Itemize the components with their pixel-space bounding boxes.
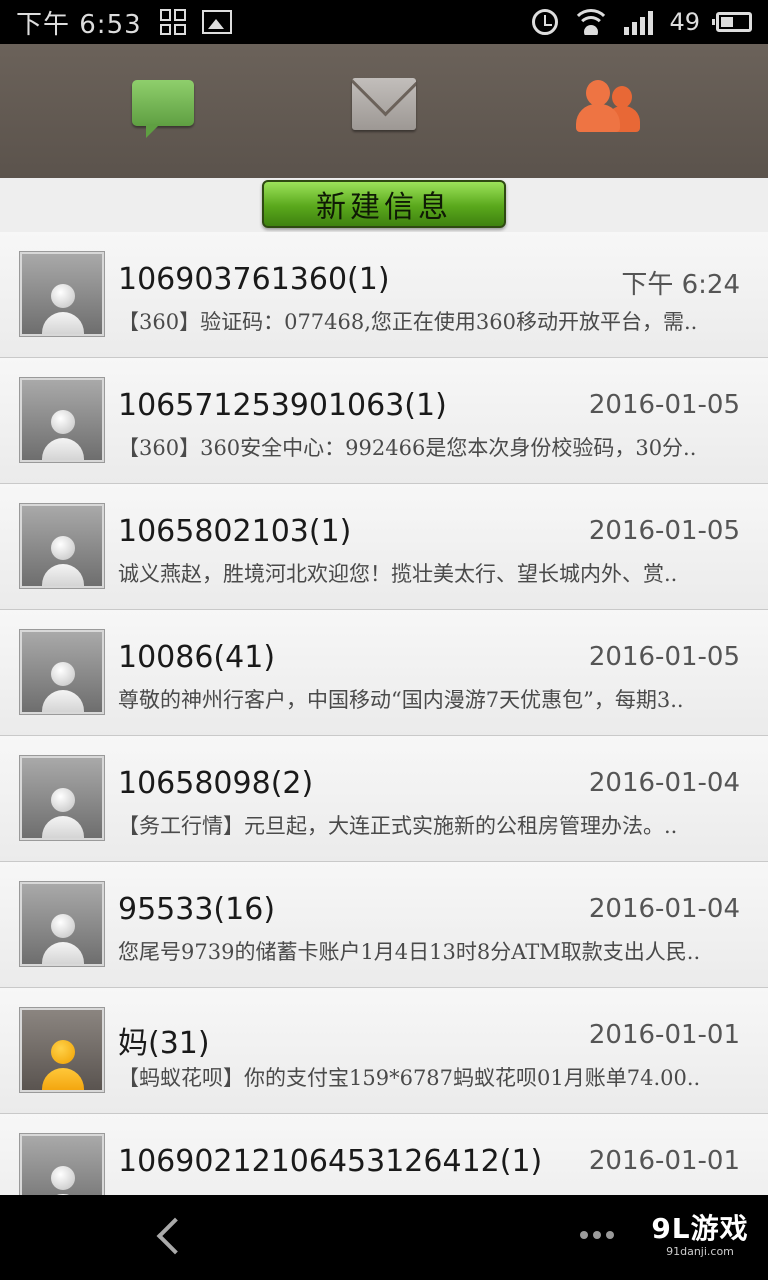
conversation-preview: 诚义燕赵，胜境河北欢迎您！揽壮美太行、望长城内外、赏.. [118,562,678,586]
alarm-icon [532,9,559,35]
conversation-sender: 95533(16) [118,892,276,927]
signal-icon [624,9,654,35]
conversation-date: 2016-01-04 [588,894,740,924]
envelope-icon [352,78,416,130]
conversation-preview: 【务工行情】元旦起，大连正式实施新的公租房管理办法。.. [118,814,678,838]
tab-messages[interactable] [128,74,198,138]
conversation-sender: 1065802103(1) [118,514,352,549]
conversation-date: 2016-01-05 [588,642,740,672]
conversation-sender: 10086(41) [118,640,276,675]
conversation-preview: 【蚂蚁花呗】你的支付宝159*6787蚂蚁花呗01月账单74.00.. [118,1066,701,1090]
conversation-row[interactable]: 1065802103(1) 2016-01-05 诚义燕赵，胜境河北欢迎您！揽壮… [0,484,768,610]
app-grid-icon [159,9,186,35]
conversation-preview: 【360】360安全中心：992466是您本次身份校验码，30分.. [118,436,697,460]
conversation-row[interactable]: 10086(41) 2016-01-05 尊敬的神州行客户，中国移动“国内漫游7… [0,610,768,736]
back-icon[interactable] [152,1217,192,1257]
image-notification-icon [201,10,232,34]
status-bar: 下午 6:53 49 [0,0,768,44]
conversation-preview: 您尾号9739的储蓄卡账户1月4日13时8分ATM取款支出人民.. [118,940,701,964]
conversation-sender: 10690212106453126412(1) [118,1144,543,1179]
conversation-date: 2016-01-05 [588,390,740,420]
tab-contacts[interactable] [572,74,642,138]
new-message-button[interactable]: 新建信息 [262,180,506,228]
battery-icon [712,12,752,32]
chat-bubble-icon [132,80,194,138]
top-tab-bar [0,44,768,178]
conversation-date: 2016-01-01 [588,1146,740,1176]
avatar[interactable] [19,629,105,715]
conversation-row[interactable]: 106903761360(1) 下午 6:24 【360】验证码：077468,… [0,232,768,358]
watermark-logo: 9L游戏 [651,1212,749,1245]
conversation-date: 2016-01-05 [588,516,740,546]
wifi-icon [574,9,609,35]
avatar[interactable] [19,1007,105,1093]
battery-level: 49 [669,8,700,36]
tab-mail[interactable] [350,74,420,138]
conversation-sender: 106903761360(1) [118,262,390,297]
avatar[interactable] [19,755,105,841]
watermark: 9L游戏 91danji.com [640,1213,760,1271]
conversation-row[interactable]: 10658098(2) 2016-01-04 【务工行情】元旦起，大连正式实施新… [0,736,768,862]
conversation-date: 下午 6:24 [621,270,740,300]
conversation-preview: 尊敬的神州行客户，中国移动“国内漫游7天优惠包”，每期3.. [118,688,684,712]
conversation-row[interactable]: 106571253901063(1) 2016-01-05 【360】360安全… [0,358,768,484]
conversation-sender: 10658098(2) [118,766,314,801]
avatar[interactable] [19,251,105,337]
avatar[interactable] [19,503,105,589]
conversation-list: 106903761360(1) 下午 6:24 【360】验证码：077468,… [0,232,768,1240]
conversation-date: 2016-01-01 [588,1020,740,1050]
watermark-site: 91danji.com [666,1245,734,1258]
status-time: 下午 6:53 [16,9,142,40]
conversation-date: 2016-01-04 [588,768,740,798]
conversation-sender: 妈(31) [118,1026,210,1061]
conversation-row[interactable]: 95533(16) 2016-01-04 您尾号9739的储蓄卡账户1月4日13… [0,862,768,988]
conversation-preview: 【360】验证码：077468,您正在使用360移动开放平台，需.. [118,310,698,334]
conversation-sender: 106571253901063(1) [118,388,447,423]
avatar[interactable] [19,881,105,967]
conversation-row[interactable]: 妈(31) 2016-01-01 【蚂蚁花呗】你的支付宝159*6787蚂蚁花呗… [0,988,768,1114]
navigation-bar: 9L游戏 91danji.com [0,1195,768,1280]
avatar[interactable] [19,377,105,463]
menu-dots-icon[interactable] [580,1231,614,1239]
